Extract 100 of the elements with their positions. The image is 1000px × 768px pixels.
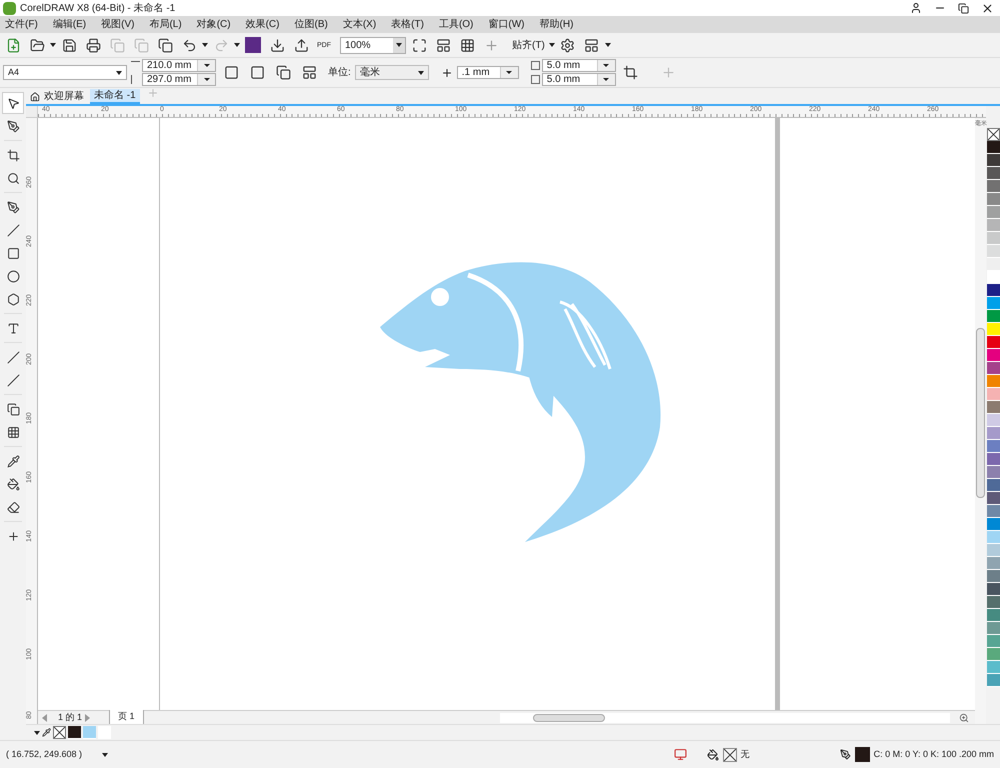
color-swatch[interactable] [986,544,1000,557]
page-height-field[interactable]: 297.0 mm [142,73,216,86]
color-swatch[interactable] [986,141,1000,154]
fill-status: 无 [740,748,750,761]
color-swatch[interactable] [986,349,1000,362]
menu-item[interactable]: 编辑(E) [52,17,86,32]
color-swatch[interactable] [986,154,1000,167]
caret-icon [50,43,56,47]
zoom-level-field[interactable]: 100% [340,36,406,54]
caret-icon [548,43,555,47]
color-swatch[interactable] [986,388,1000,401]
account-icon[interactable] [910,2,922,14]
color-swatch[interactable] [986,180,1000,193]
outline-pen-icon [840,749,851,760]
window-title: CorelDRAW X8 (64-Bit) - 未命名 -1 [20,2,176,16]
menu-item[interactable]: 布局(L) [149,17,182,32]
spin-caret-icon[interactable] [596,74,615,85]
color-swatch[interactable] [986,206,1000,219]
menu-item[interactable]: 帮助(H) [540,17,574,32]
page-width-field[interactable]: 210.0 mm [142,59,216,72]
spin-caret-icon[interactable] [197,60,215,71]
duplicate-x-field[interactable]: 5.0 mm [542,59,616,72]
color-swatch[interactable] [986,375,1000,388]
document-tab[interactable]: 未命名 -1 [90,89,140,104]
pointer-tool-icon[interactable] [2,92,24,114]
menu-item[interactable]: 文本(X) [342,17,376,32]
color-swatch[interactable] [986,336,1000,349]
nudge-distance-field[interactable]: .1 mm [456,66,519,79]
menu-item[interactable]: 视图(V) [101,17,134,32]
spin-caret-icon[interactable] [596,60,615,71]
menu-item[interactable]: 表格(T) [391,17,424,32]
color-swatch[interactable] [986,297,1000,310]
color-swatch[interactable] [986,453,1000,466]
menu-item[interactable]: 文件(F) [5,17,38,32]
color-swatch[interactable] [986,505,1000,518]
color-swatch[interactable] [986,557,1000,570]
color-swatch[interactable] [986,583,1000,596]
color-swatch[interactable] [986,635,1000,648]
home-icon [30,92,40,102]
color-swatch[interactable] [986,648,1000,661]
color-swatch[interactable] [986,609,1000,622]
color-swatch[interactable] [986,622,1000,635]
duplicate-y-field[interactable]: 5.0 mm [542,73,616,86]
menu-item[interactable]: 对象(C) [196,17,231,32]
color-swatch[interactable] [986,674,1000,687]
menu-item[interactable]: 工具(O) [438,17,474,32]
color-swatch[interactable] [986,362,1000,375]
menu-item[interactable]: 效果(C) [246,17,280,32]
color-swatch[interactable] [986,271,1000,284]
color-swatch[interactable] [986,492,1000,505]
page-tab[interactable]: 页 1 [109,710,144,725]
color-swatch[interactable] [986,661,1000,674]
no-color-swatch[interactable] [986,128,1000,141]
color-swatch[interactable] [986,414,1000,427]
color-swatch[interactable] [98,726,111,739]
color-swatch[interactable] [986,401,1000,414]
monitor-icon [674,748,687,761]
color-swatch[interactable] [986,596,1000,609]
menu-item[interactable]: 位图(B) [294,17,328,32]
color-swatch[interactable] [986,479,1000,492]
color-swatch[interactable] [986,284,1000,297]
spin-caret-icon[interactable] [197,74,215,85]
duplicate-y-icon [530,75,540,84]
color-swatch[interactable] [83,726,96,739]
color-swatch[interactable] [986,323,1000,336]
close-icon[interactable] [981,2,994,14]
no-fill-icon [722,748,737,762]
units-dropdown[interactable]: 毫米 [354,65,429,80]
color-swatch[interactable] [986,310,1000,323]
color-swatch[interactable] [986,193,1000,206]
caret-icon [116,70,122,74]
caret-icon [234,43,240,47]
eyedropper-icon[interactable] [42,728,51,737]
snap-to-button[interactable]: 贴齐(T) [512,38,555,52]
app-logo-icon [3,2,16,14]
color-swatch[interactable] [986,232,1000,245]
page-size-dropdown[interactable]: A4 [3,65,127,80]
duplicate-x-icon [530,61,540,70]
color-swatch[interactable] [986,427,1000,440]
color-swatch[interactable] [986,518,1000,531]
horizontal-scrollbar[interactable] [500,712,950,722]
units-label: 单位: [328,66,351,80]
color-swatch[interactable] [68,726,81,739]
color-swatch[interactable] [986,245,1000,258]
color-swatch[interactable] [986,440,1000,453]
outline-color-swatch [854,747,870,762]
color-swatch[interactable] [986,531,1000,544]
spin-caret-icon[interactable] [500,67,518,78]
no-color-swatch[interactable] [53,726,66,739]
caret-icon [604,43,611,47]
color-swatch[interactable] [986,570,1000,583]
color-swatch[interactable] [986,219,1000,232]
color-swatch[interactable] [986,466,1000,479]
color-swatch[interactable] [986,167,1000,180]
menu-item[interactable]: 窗口(W) [488,17,525,32]
restore-icon[interactable] [958,2,969,14]
fill-icon [706,748,719,760]
caret-icon [418,70,424,74]
page-counter: 1 的 1 [58,710,82,724]
previous-page-icon[interactable] [42,714,47,722]
